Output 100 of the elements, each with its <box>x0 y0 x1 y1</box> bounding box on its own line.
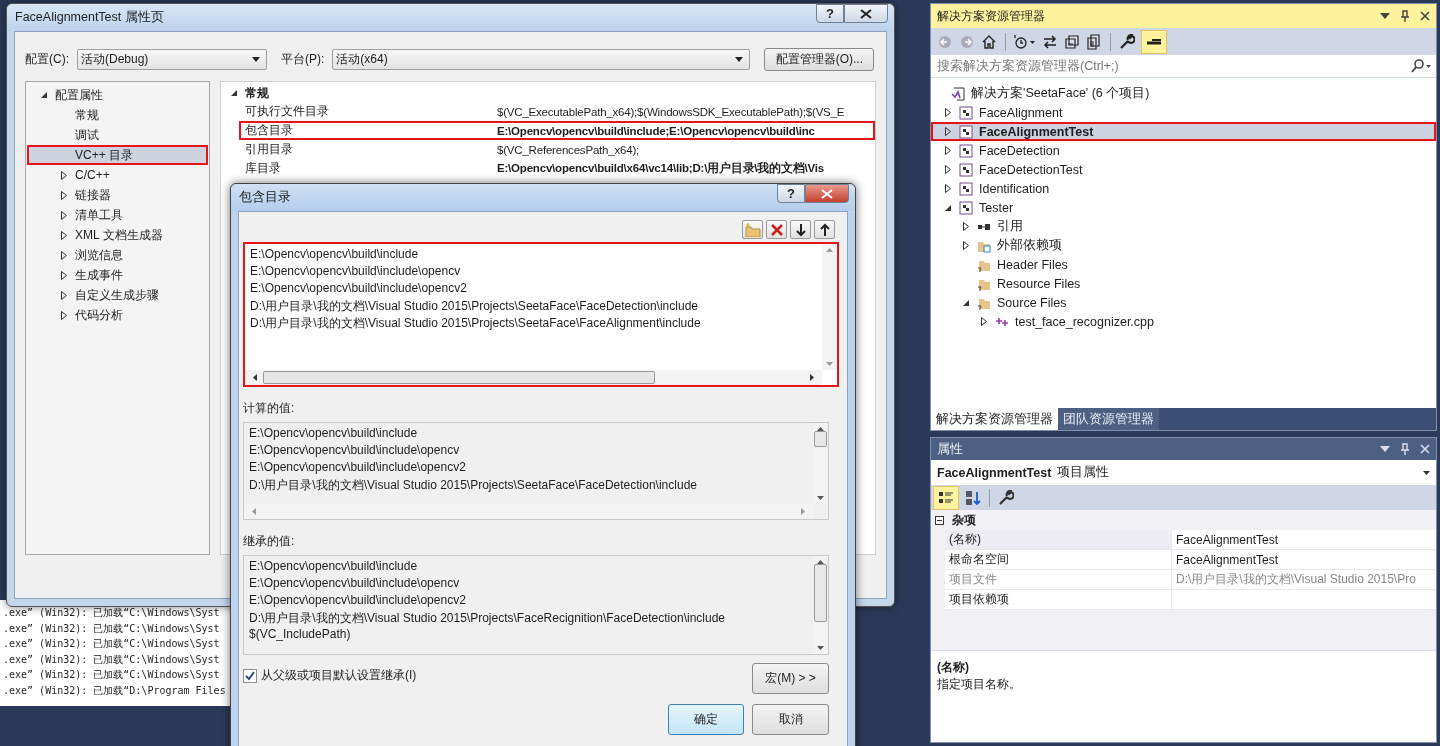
tree-item[interactable]: 外部依赖项 <box>931 236 1436 255</box>
history-icon[interactable] <box>1014 33 1036 50</box>
close-icon[interactable] <box>1420 11 1430 21</box>
collapse-icon[interactable] <box>935 515 944 525</box>
move-down-button[interactable] <box>790 220 811 239</box>
close-button[interactable] <box>844 4 888 23</box>
tree-item[interactable]: 配置属性 <box>27 85 208 105</box>
scroll-down-icon[interactable] <box>817 496 824 500</box>
object-selector[interactable]: FaceAlignmentTest 项目属性 <box>931 460 1436 485</box>
collapse-arrow-icon[interactable] <box>40 91 48 99</box>
expand-arrow-icon[interactable] <box>60 210 68 220</box>
platform-dropdown[interactable]: 活动(x64) <box>332 48 751 70</box>
directory-entry[interactable]: E:\Opencv\opencv\build\include\opencv2 <box>250 281 817 298</box>
tree-item[interactable]: 清单工具 <box>27 205 208 225</box>
dropdown-arrow-icon[interactable] <box>735 56 744 62</box>
scroll-right-icon[interactable] <box>810 374 814 381</box>
tree-item[interactable]: VC++ 目录 <box>27 145 208 165</box>
scroll-down-icon[interactable] <box>817 646 824 650</box>
pin-icon[interactable] <box>1400 10 1410 22</box>
search-field[interactable]: 搜索解决方案资源管理器(Ctrl+;) <box>931 55 1436 78</box>
directory-entry[interactable]: D:\用户目录\我的文档\Visual Studio 2015\Projects\SeetaFace\FaceDetection\include <box>250 298 817 315</box>
scroll-left-icon[interactable] <box>253 374 257 381</box>
tree-item[interactable]: 解决方案'SeetaFace' (6 个项目) <box>931 84 1436 103</box>
tree-item[interactable]: FaceAlignmentTest <box>931 122 1436 141</box>
directory-entry[interactable]: D:\用户目录\我的文档\Visual Studio 2015\Projects\SeetaFace\FaceAlignment\include <box>250 315 817 332</box>
tree-item[interactable]: XML 文档生成器 <box>27 225 208 245</box>
expand-arrow-icon[interactable] <box>60 290 68 300</box>
tree-item[interactable]: C/C++ <box>27 165 208 185</box>
down-arrow-icon[interactable] <box>794 222 807 237</box>
panel-tab[interactable]: 团队资源管理器 <box>1058 408 1159 430</box>
close-icon[interactable] <box>860 8 872 19</box>
cancel-button[interactable]: 取消 <box>752 704 829 735</box>
tree-item[interactable]: 调试 <box>27 125 208 145</box>
sort-alphabetical-icon[interactable] <box>965 489 981 506</box>
tree-item[interactable]: Identification <box>931 179 1436 198</box>
preview-toggle[interactable] <box>1141 29 1167 54</box>
wrench-icon[interactable] <box>998 489 1014 506</box>
categorized-icon[interactable] <box>938 490 954 505</box>
grid-row[interactable]: 项目依赖项 <box>945 590 1436 610</box>
categorized-button[interactable] <box>933 485 959 510</box>
expand-arrow-icon[interactable] <box>944 108 952 117</box>
grid-row[interactable]: (名称) FaceAlignmentTest <box>945 530 1436 550</box>
grid-row[interactable]: 可执行文件目录 $(VC_ExecutablePath_x64);$(WindowsSDK_ExecutablePath);$(VS_E <box>239 102 875 121</box>
grid-row[interactable]: 包含目录 E:\Opencv\opencv\build\include;E:\Opencv\opencv\build\inc <box>239 121 875 140</box>
configuration-manager-button[interactable]: 配置管理器(O)... <box>764 47 875 71</box>
tree-item[interactable]: 常规 <box>27 105 208 125</box>
search-input[interactable]: 搜索解决方案资源管理器(Ctrl+;) <box>935 58 1410 74</box>
grid-row[interactable]: 根命名空间 FaceAlignmentTest <box>945 550 1436 570</box>
collapse-arrow-icon[interactable] <box>944 203 952 212</box>
expand-arrow-icon[interactable] <box>962 241 970 250</box>
dropdown-arrow-icon[interactable] <box>1423 470 1430 475</box>
expand-arrow-icon[interactable] <box>60 270 68 280</box>
expand-arrow-icon[interactable] <box>944 184 952 193</box>
tree-item[interactable]: 生成事件 <box>27 265 208 285</box>
expand-arrow-icon[interactable] <box>60 250 68 260</box>
collapse-arrow-icon[interactable] <box>230 89 238 97</box>
wrench-icon[interactable] <box>1119 33 1135 50</box>
tree-item[interactable]: 引用 <box>931 217 1436 236</box>
expand-arrow-icon[interactable] <box>60 310 68 320</box>
directory-list[interactable] <box>243 242 839 387</box>
tree-item[interactable]: FaceDetectionTest <box>931 160 1436 179</box>
expand-arrow-icon[interactable] <box>944 146 952 155</box>
tree-item[interactable]: Header Files <box>931 255 1436 274</box>
expand-arrow-icon[interactable] <box>60 170 68 180</box>
dropdown-arrow-icon[interactable] <box>252 56 260 62</box>
panel-tab[interactable]: 解决方案资源管理器 <box>931 408 1058 430</box>
tree-item[interactable]: 自定义生成步骤 <box>27 285 208 305</box>
tree-item[interactable]: test_face_recognizer.cpp <box>931 312 1436 331</box>
expand-arrow-icon[interactable] <box>944 165 952 174</box>
scrollbar[interactable] <box>245 370 822 385</box>
preview-icon[interactable] <box>1146 37 1162 46</box>
tree-item[interactable]: 浏览信息 <box>27 245 208 265</box>
inherit-checkbox[interactable]: 从父级或项目默认设置继承(I) <box>243 667 417 684</box>
scrollbar-thumb[interactable] <box>814 431 827 447</box>
ok-button[interactable]: 确定 <box>668 704 744 735</box>
scrollbar-thumb[interactable] <box>814 564 827 622</box>
configuration-dropdown[interactable]: 活动(Debug) <box>77 48 267 70</box>
expand-arrow-icon[interactable] <box>60 230 68 240</box>
tree-item[interactable]: Tester <box>931 198 1436 217</box>
tree-item[interactable]: 代码分析 <box>27 305 208 325</box>
expand-arrow-icon[interactable] <box>60 190 68 200</box>
dropdown-arrow-icon[interactable] <box>1380 13 1390 19</box>
grid-row[interactable]: 引用目录 $(VC_ReferencesPath_x64); <box>239 140 875 159</box>
expand-arrow-icon[interactable] <box>944 127 952 136</box>
directory-entry[interactable]: E:\Opencv\opencv\build\include <box>250 247 817 264</box>
sync-icon[interactable] <box>1042 33 1058 50</box>
up-arrow-icon[interactable] <box>818 222 831 237</box>
move-up-button[interactable] <box>814 220 835 239</box>
tree-item[interactable]: FaceDetection <box>931 141 1436 160</box>
expand-arrow-icon[interactable] <box>962 222 970 231</box>
macros-button[interactable]: 宏(M) > > <box>752 663 829 694</box>
grid-row[interactable]: 库目录 E:\Opencv\opencv\build\x64\vc14\lib;D:\用户目录\我的文档\Vis <box>239 159 875 178</box>
home-icon[interactable] <box>981 33 997 50</box>
tree-item[interactable]: Resource Files <box>931 274 1436 293</box>
expand-arrow-icon[interactable] <box>980 317 988 326</box>
collapse-all-icon[interactable] <box>1064 33 1080 50</box>
documents-icon[interactable] <box>1086 33 1102 50</box>
search-icon[interactable] <box>1410 59 1432 73</box>
collapse-arrow-icon[interactable] <box>962 298 970 307</box>
tree-item[interactable]: FaceAlignment <box>931 103 1436 122</box>
